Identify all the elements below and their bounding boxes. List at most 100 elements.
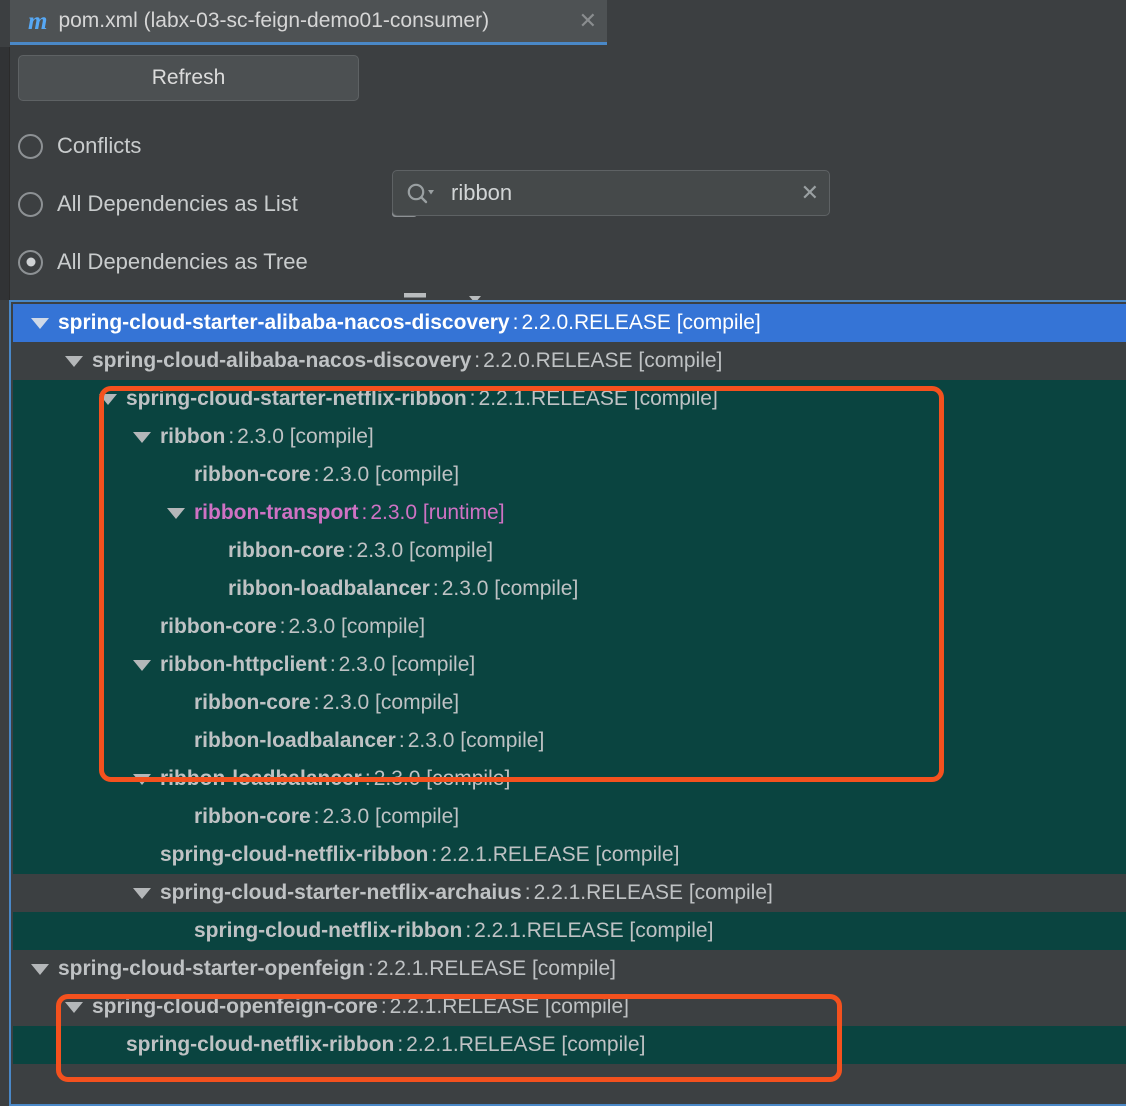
tree-row[interactable]: spring-cloud-alibaba-nacos-discovery:2.2… <box>13 342 1126 380</box>
tree-row-empty <box>13 1064 1126 1102</box>
search-field[interactable]: ribbon ✕ <box>392 170 830 216</box>
dependency-artifact-id: spring-cloud-openfeign-core <box>92 995 378 1018</box>
dependency-version-scope: 2.3.0 [compile] <box>322 691 460 714</box>
tree-row[interactable]: ribbon-loadbalancer:2.3.0 [compile] <box>13 722 1126 760</box>
dependency-separator: : <box>431 843 438 866</box>
dependency-separator: : <box>313 463 320 486</box>
dependency-separator: : <box>512 311 519 334</box>
close-icon[interactable]: ✕ <box>579 10 597 32</box>
clear-search-icon[interactable]: ✕ <box>801 182 819 204</box>
chevron-down-icon[interactable] <box>31 963 49 975</box>
tree-row[interactable]: spring-cloud-netflix-ribbon:2.2.1.RELEAS… <box>13 912 1126 950</box>
radio-all-dependencies-as-list[interactable]: All Dependencies as List <box>18 188 298 220</box>
dependency-tree: spring-cloud-starter-alibaba-nacos-disco… <box>13 304 1126 1104</box>
dependency-artifact-id: spring-cloud-alibaba-nacos-discovery <box>92 349 472 372</box>
dependency-separator: : <box>474 349 481 372</box>
dependency-version-scope: 2.2.1.RELEASE [compile] <box>376 957 616 980</box>
dependency-version-scope: 2.3.0 [compile] <box>356 539 494 562</box>
dependency-artifact-id: ribbon-loadbalancer <box>194 729 396 752</box>
chevron-down-icon[interactable] <box>133 887 151 899</box>
maven-m-icon: m <box>28 7 48 35</box>
left-gutter <box>0 47 10 300</box>
chevron-down-icon[interactable] <box>133 431 151 443</box>
dependency-separator: : <box>398 729 405 752</box>
chevron-down-icon[interactable] <box>31 317 49 329</box>
dependency-separator: : <box>279 615 286 638</box>
radio-label-tree: All Dependencies as Tree <box>57 249 308 274</box>
dependency-separator: : <box>397 1033 404 1056</box>
tree-row[interactable]: spring-cloud-openfeign-core:2.2.1.RELEAS… <box>13 988 1126 1026</box>
dependency-version-scope: 2.2.1.RELEASE [compile] <box>406 1033 646 1056</box>
dependency-separator: : <box>228 425 235 448</box>
dependency-version-scope: 2.2.1.RELEASE [compile] <box>478 387 718 410</box>
dependency-version-scope: 2.3.0 [compile] <box>288 615 426 638</box>
tree-row[interactable]: ribbon-transport:2.3.0 [runtime] <box>13 494 1126 532</box>
tree-row[interactable]: spring-cloud-netflix-ribbon:2.2.1.RELEAS… <box>13 1026 1126 1064</box>
dependency-artifact-id: ribbon-core <box>160 615 277 638</box>
dependency-artifact-id: spring-cloud-starter-alibaba-nacos-disco… <box>58 311 510 334</box>
dependency-version-scope: 2.2.1.RELEASE [compile] <box>474 919 714 942</box>
dependency-separator: : <box>313 805 320 828</box>
tree-row[interactable]: ribbon-core:2.3.0 [compile] <box>13 684 1126 722</box>
search-icon <box>405 182 435 204</box>
dependency-version-scope: 2.3.0 [compile] <box>237 425 374 448</box>
radio-icon-conflicts <box>18 133 43 159</box>
editor-tab-bar: m pom.xml (labx-03-sc-feign-demo01-consu… <box>0 0 1126 48</box>
dependency-artifact-id: ribbon-transport <box>194 501 359 524</box>
dependency-separator: : <box>347 539 354 562</box>
dependency-separator: : <box>329 653 336 676</box>
dependency-artifact-id: spring-cloud-netflix-ribbon <box>126 1033 395 1056</box>
tab-title: pom.xml (labx-03-sc-feign-demo01-consume… <box>58 9 490 32</box>
chevron-down-icon[interactable] <box>133 773 151 785</box>
tree-row[interactable]: ribbon-httpclient:2.3.0 [compile] <box>13 646 1126 684</box>
search-input[interactable]: ribbon <box>451 180 801 206</box>
chevron-down-icon[interactable] <box>167 507 185 519</box>
chevron-down-icon[interactable] <box>65 1001 83 1013</box>
dependency-artifact-id: ribbon <box>160 425 226 448</box>
dependency-artifact-id: ribbon-loadbalancer <box>228 577 430 600</box>
dependency-separator: : <box>524 881 531 904</box>
dependency-artifact-id: ribbon-core <box>194 463 311 486</box>
dependency-artifact-id: ribbon-core <box>194 805 311 828</box>
dependency-version-scope: 2.2.0.RELEASE [compile] <box>521 311 761 334</box>
dependency-artifact-id: ribbon-core <box>194 691 311 714</box>
dependency-toolbar: Refresh Conflicts All Dependencies as Li… <box>0 47 1126 328</box>
dependency-version-scope: 2.3.0 [compile] <box>407 729 545 752</box>
dependency-artifact-id: spring-cloud-starter-netflix-archaius <box>160 881 522 904</box>
tree-row[interactable]: spring-cloud-starter-netflix-ribbon:2.2.… <box>13 380 1126 418</box>
tree-row[interactable]: spring-cloud-starter-alibaba-nacos-disco… <box>13 304 1126 342</box>
dependency-version-scope: 2.2.0.RELEASE [compile] <box>483 349 723 372</box>
tree-row[interactable]: ribbon-loadbalancer:2.3.0 [compile] <box>13 760 1126 798</box>
tree-row[interactable]: ribbon-core:2.3.0 [compile] <box>13 608 1126 646</box>
dependency-separator: : <box>432 577 439 600</box>
tree-row[interactable]: ribbon-core:2.3.0 [compile] <box>13 798 1126 836</box>
dependency-version-scope: 2.3.0 [compile] <box>373 767 511 790</box>
tree-row[interactable]: ribbon-loadbalancer:2.3.0 [compile] <box>13 570 1126 608</box>
refresh-button[interactable]: Refresh <box>18 55 359 101</box>
tree-row[interactable]: ribbon-core:2.3.0 [compile] <box>13 532 1126 570</box>
tree-row[interactable]: spring-cloud-starter-netflix-archaius:2.… <box>13 874 1126 912</box>
radio-conflicts[interactable]: Conflicts <box>18 130 141 162</box>
dependency-version-scope: 2.2.1.RELEASE [compile] <box>440 843 680 866</box>
dependency-artifact-id: ribbon-httpclient <box>160 653 327 676</box>
dependency-separator: : <box>380 995 387 1018</box>
chevron-down-icon[interactable] <box>133 659 151 671</box>
dependency-artifact-id: spring-cloud-starter-netflix-ribbon <box>126 387 467 410</box>
dependency-separator: : <box>364 767 371 790</box>
tree-row[interactable]: ribbon:2.3.0 [compile] <box>13 418 1126 456</box>
dependency-version-scope: 2.3.0 [compile] <box>322 463 460 486</box>
dependency-artifact-id: ribbon-loadbalancer <box>160 767 362 790</box>
dependency-artifact-id: spring-cloud-netflix-ribbon <box>160 843 429 866</box>
chevron-down-icon[interactable] <box>65 355 83 367</box>
tree-row[interactable]: spring-cloud-netflix-ribbon:2.2.1.RELEAS… <box>13 836 1126 874</box>
tree-row[interactable]: ribbon-core:2.3.0 [compile] <box>13 456 1126 494</box>
tree-row[interactable]: spring-cloud-starter-openfeign:2.2.1.REL… <box>13 950 1126 988</box>
dependency-version-scope: 2.3.0 [compile] <box>441 577 579 600</box>
radio-all-dependencies-as-tree[interactable]: All Dependencies as Tree <box>18 246 308 278</box>
dependency-tree-panel[interactable]: spring-cloud-starter-alibaba-nacos-disco… <box>9 300 1126 1106</box>
radio-label-conflicts: Conflicts <box>57 133 142 158</box>
dependency-version-scope: 2.2.1.RELEASE [compile] <box>389 995 629 1018</box>
tab-pom-xml[interactable]: m pom.xml (labx-03-sc-feign-demo01-consu… <box>10 0 607 45</box>
dependency-separator: : <box>367 957 374 980</box>
chevron-down-icon[interactable] <box>99 393 117 405</box>
